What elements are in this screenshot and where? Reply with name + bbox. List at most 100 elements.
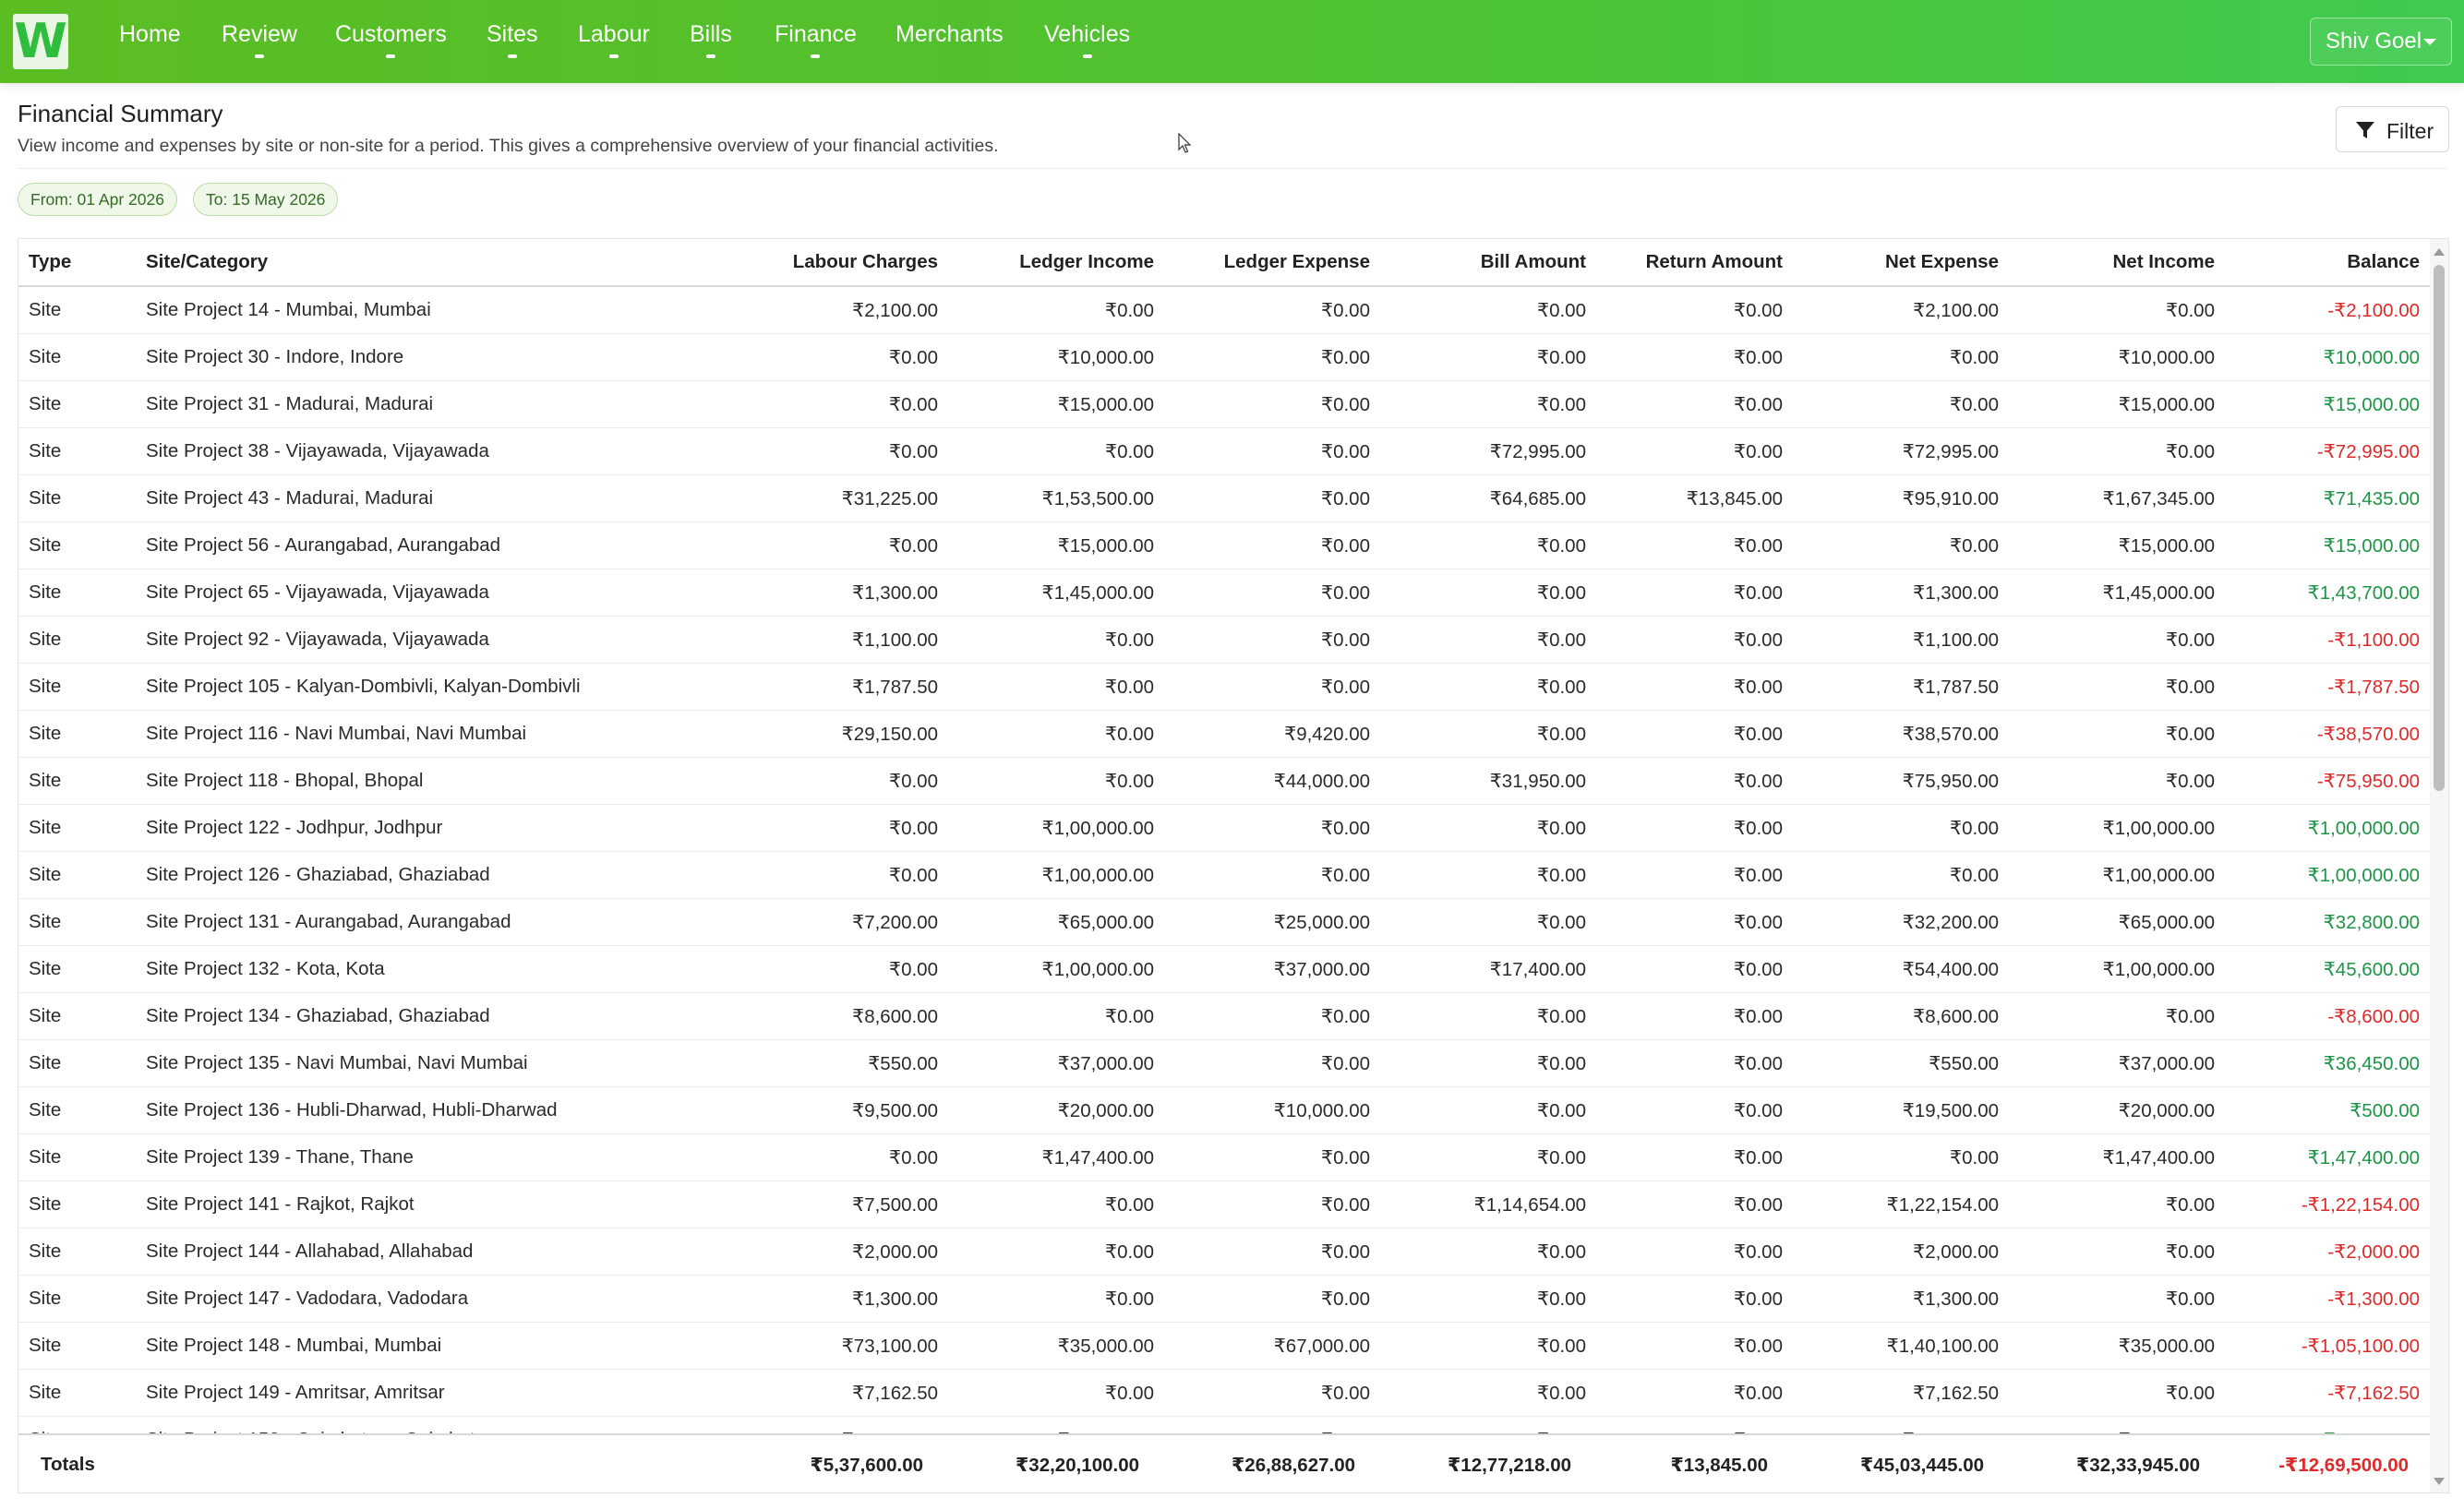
cell-site-category: Site Project 144 - Allahabad, Allahabad — [136, 1228, 669, 1276]
cell-net-expense: ₹1,787.50 — [1793, 663, 2009, 711]
col-header-site-category[interactable]: Site/Category — [136, 239, 669, 287]
table-row[interactable]: Site Site Project 118 - Bhopal, Bhopal ₹0.… — [18, 757, 2430, 805]
table-row[interactable]: Site Site Project 126 - Ghaziabad, Ghazia… — [18, 851, 2430, 899]
cell-balance: ₹71,435.00 — [2225, 474, 2430, 522]
col-header-type[interactable]: Type — [18, 239, 136, 287]
nav-finance[interactable]: Finance — [775, 21, 857, 58]
filter-icon — [2356, 122, 2374, 138]
table-row[interactable]: Site Site Project 56 - Aurangabad, Aurang… — [18, 521, 2430, 569]
col-header-net-income[interactable]: Net Income — [2009, 239, 2225, 287]
cell-ledger-expense: ₹0.00 — [1164, 286, 1380, 334]
cell-ledger-income: ₹35,000.00 — [948, 1322, 1164, 1370]
nav-vehicles[interactable]: Vehicles — [1044, 21, 1130, 58]
table-row[interactable]: Site Site Project 148 - Mumbai, Mumbai ₹73… — [18, 1322, 2430, 1370]
date-to-chip[interactable]: To: 15 May 2026 — [193, 183, 339, 216]
cell-type: Site — [18, 1133, 136, 1181]
cell-bill-amount: ₹0.00 — [1380, 521, 1596, 569]
table-row[interactable]: SiteSite Project 152 - Coimbatore, Coimb… — [18, 1416, 2430, 1433]
app-logo[interactable]: W — [13, 14, 68, 69]
cell-site-category: Site Project 131 - Aurangabad, Aurangaba… — [136, 898, 669, 946]
table-row[interactable]: Site Site Project 136 - Hubli-Dharwad, Hu… — [18, 1086, 2430, 1134]
date-from-chip[interactable]: From: 01 Apr 2026 — [18, 183, 177, 216]
table-row[interactable]: Site Site Project 92 - Vijayawada, Vijaya… — [18, 616, 2430, 664]
cell-balance: ₹38,775.00 — [2225, 1416, 2430, 1433]
cell-type: Site — [18, 992, 136, 1040]
table-row[interactable]: Site Site Project 135 - Navi Mumbai, Navi… — [18, 1039, 2430, 1087]
cell-return-amount: ₹0.00 — [1596, 1039, 1793, 1087]
col-header-ledger-expense[interactable]: Ledger Expense — [1164, 239, 1380, 287]
cell-net-expense: ₹2,000.00 — [1793, 1228, 2009, 1276]
scroll-up-arrow-icon[interactable] — [2434, 248, 2445, 256]
cell-balance: ₹1,00,000.00 — [2225, 804, 2430, 852]
table-row[interactable]: Site Site Project 43 - Madurai, Madurai ₹3… — [18, 474, 2430, 522]
cell-return-amount: ₹0.00 — [1596, 1275, 1793, 1323]
vertical-scrollbar[interactable] — [2430, 239, 2448, 1492]
table-row[interactable]: Site Site Project 30 - Indore, Indore ₹0.0… — [18, 333, 2430, 381]
table-row[interactable]: Site Site Project 147 - Vadodara, Vadodar… — [18, 1275, 2430, 1323]
cell-ledger-expense: ₹0.00 — [1164, 663, 1380, 711]
cell-return-amount: ₹0.00 — [1596, 286, 1793, 334]
col-header-net-expense[interactable]: Net Expense — [1793, 239, 2009, 287]
table-row[interactable]: Site Site Project 38 - Vijayawada, Vijaya… — [18, 427, 2430, 475]
col-header-bill-amount[interactable]: Bill Amount — [1380, 239, 1596, 287]
nav-review[interactable]: Review — [222, 21, 297, 58]
nav-merchants[interactable]: Merchants — [895, 21, 1004, 48]
cell-net-income: ₹15,000.00 — [2009, 521, 2225, 569]
cell-net-expense: ₹1,100.00 — [1793, 616, 2009, 664]
cell-balance: -₹72,995.00 — [2225, 427, 2430, 475]
scroll-down-arrow-icon[interactable] — [2434, 1478, 2445, 1485]
nav-customers[interactable]: Customers — [335, 21, 447, 58]
nav-home[interactable]: Home — [119, 21, 181, 48]
table-row[interactable]: Site Site Project 122 - Jodhpur, Jodhpur ₹… — [18, 804, 2430, 852]
table-scroll-area[interactable]: Type Site/Category Labour Charges Ledger… — [18, 239, 2430, 1433]
table-row[interactable]: Site Site Project 14 - Mumbai, Mumbai ₹2,1… — [18, 286, 2430, 334]
cell-type: Site — [18, 333, 136, 381]
user-menu-button[interactable]: Shiv Goel — [2310, 18, 2452, 66]
scrollbar-thumb[interactable] — [2434, 265, 2445, 791]
cell-bill-amount: ₹0.00 — [1380, 992, 1596, 1040]
table-row[interactable]: Site Site Project 134 - Ghaziabad, Ghazia… — [18, 992, 2430, 1040]
cell-labour-charges: ₹73,100.00 — [669, 1322, 948, 1370]
cell-ledger-expense: ₹0.00 — [1164, 427, 1380, 475]
table-row[interactable]: Site Site Project 139 - Thane, Thane ₹0.00… — [18, 1133, 2430, 1181]
cell-site-category: Site Project 141 - Rajkot, Rajkot — [136, 1180, 669, 1228]
cell-net-income: ₹0.00 — [2009, 1275, 2225, 1323]
table-row[interactable]: Site Site Project 141 - Rajkot, Rajkot ₹7,… — [18, 1180, 2430, 1228]
cell-net-income: ₹0.00 — [2009, 286, 2225, 334]
cell-labour-charges: ₹7,200.00 — [669, 898, 948, 946]
cell-net-expense: ₹0.00 — [1793, 333, 2009, 381]
cell-site-category: Site Project 105 - Kalyan-Dombivli, Kaly… — [136, 663, 669, 711]
cell-net-expense: ₹1,40,100.00 — [1793, 1322, 2009, 1370]
cell-ledger-income: ₹15,000.00 — [948, 521, 1164, 569]
cell-ledger-income: ₹10,000.00 — [948, 333, 1164, 381]
col-header-balance[interactable]: Balance — [2225, 239, 2430, 287]
filter-button[interactable]: Filter — [2336, 106, 2449, 152]
nav-bills[interactable]: Bills — [690, 21, 732, 58]
table-row[interactable]: Site Site Project 144 - Allahabad, Allaha… — [18, 1228, 2430, 1276]
table-row[interactable]: Site Site Project 149 - Amritsar, Amritsa… — [18, 1369, 2430, 1417]
cell-net-income: ₹15,000.00 — [2009, 380, 2225, 428]
cell-balance: -₹38,570.00 — [2225, 710, 2430, 758]
cell-net-income: ₹1,00,000.00 — [2009, 945, 2225, 993]
col-header-ledger-income[interactable]: Ledger Income — [948, 239, 1164, 287]
cell-net-expense: ₹0.00 — [1793, 1133, 2009, 1181]
table-row[interactable]: Site Site Project 65 - Vijayawada, Vijaya… — [18, 569, 2430, 617]
cell-ledger-income: ₹0.00 — [948, 286, 1164, 334]
col-header-return-amount[interactable]: Return Amount — [1596, 239, 1793, 287]
table-row[interactable]: Site Site Project 116 - Navi Mumbai, Navi… — [18, 710, 2430, 758]
cell-balance: -₹8,600.00 — [2225, 992, 2430, 1040]
table-row[interactable]: Site Site Project 31 - Madurai, Madurai ₹0… — [18, 380, 2430, 428]
nav-sites[interactable]: Sites — [487, 21, 538, 58]
nav-labour[interactable]: Labour — [578, 21, 650, 58]
cell-net-expense: ₹75,950.00 — [1793, 757, 2009, 805]
cell-type: Site — [18, 521, 136, 569]
col-header-labour-charges[interactable]: Labour Charges — [669, 239, 948, 287]
table-row[interactable]: Site Site Project 131 - Aurangabad, Auran… — [18, 898, 2430, 946]
cell-type: Site — [18, 1416, 136, 1433]
cell-labour-charges: ₹0.00 — [669, 804, 948, 852]
table-row[interactable]: Site Site Project 105 - Kalyan-Dombivli, … — [18, 663, 2430, 711]
cell-ledger-expense: ₹0.00 — [1164, 1369, 1380, 1417]
cell-labour-charges: ₹1,300.00 — [669, 1275, 948, 1323]
table-row[interactable]: Site Site Project 132 - Kota, Kota ₹0.00 ₹1… — [18, 945, 2430, 993]
page-description: View income and expenses by site or non-… — [18, 136, 999, 156]
